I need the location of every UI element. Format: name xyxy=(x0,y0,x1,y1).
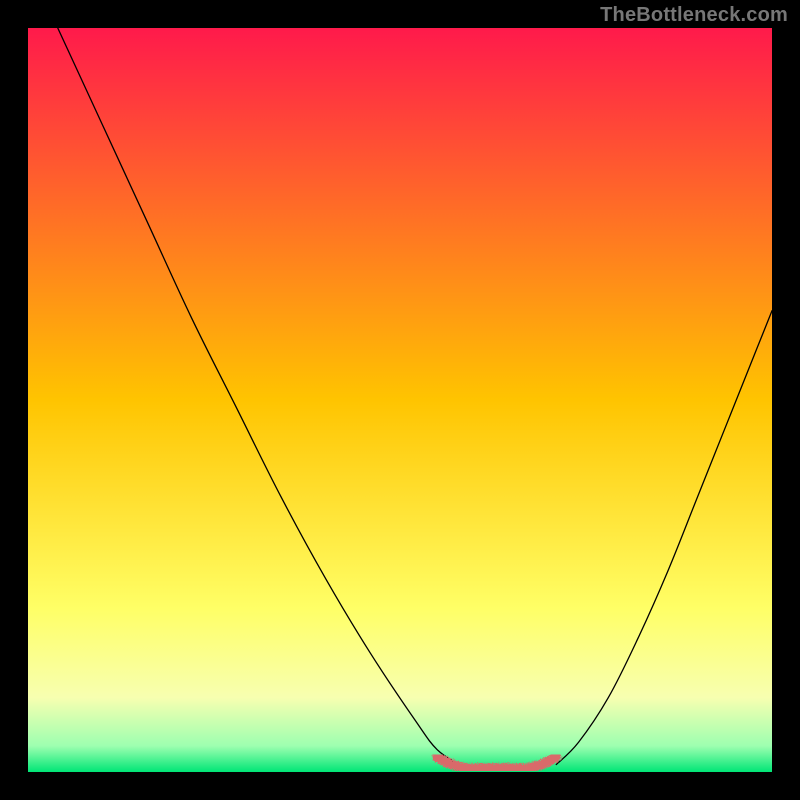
bottleneck-chart xyxy=(0,0,800,800)
watermark-text: TheBottleneck.com xyxy=(600,4,788,27)
chart-frame: TheBottleneck.com xyxy=(0,0,800,800)
gradient-background xyxy=(28,28,772,772)
